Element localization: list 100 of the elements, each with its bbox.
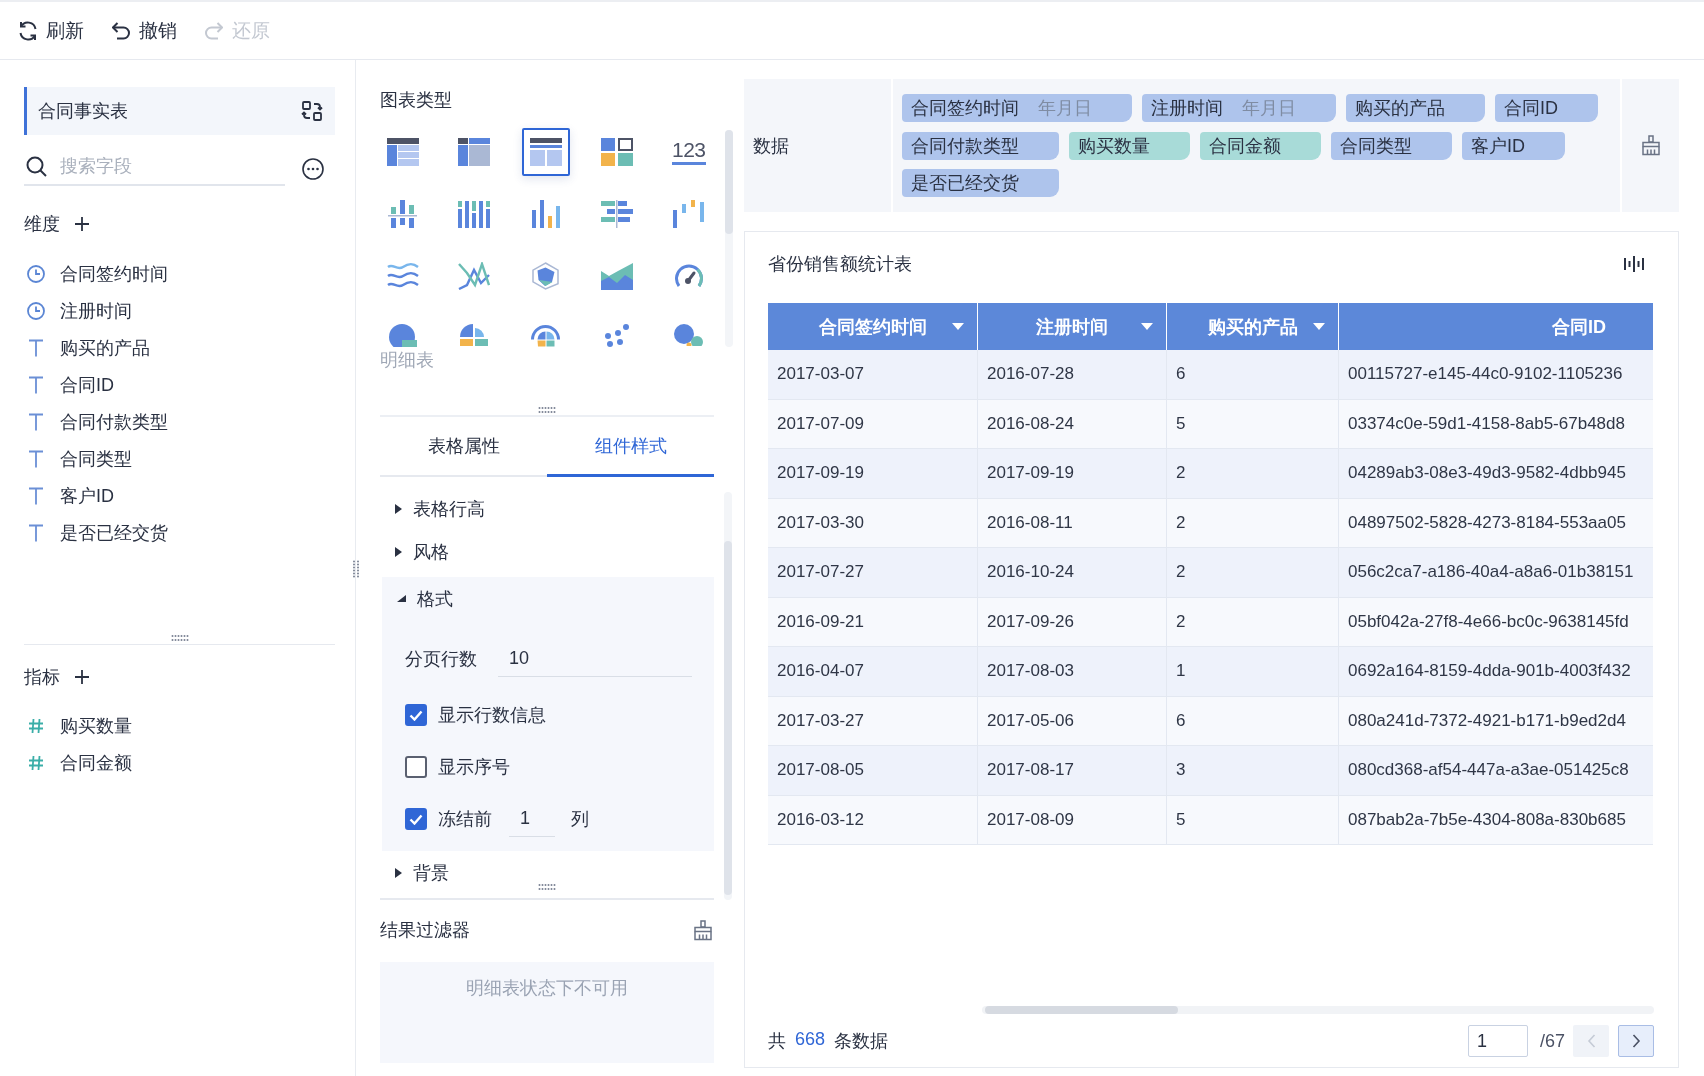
field-item[interactable]: 合同金额 <box>24 744 335 781</box>
field-item[interactable]: 注册时间 <box>24 292 335 329</box>
hash-icon <box>28 754 44 771</box>
field-chip[interactable]: 是否已经交货 <box>902 169 1059 197</box>
column-chart-icon <box>458 200 491 228</box>
dataset-title: 合同事实表 <box>38 100 128 123</box>
text-type-icon <box>28 523 44 542</box>
refresh-button[interactable]: 刷新 <box>19 12 84 49</box>
table-cell: 2017-08-17 <box>978 746 1167 796</box>
table-cell: 2017-08-09 <box>978 795 1167 845</box>
brush-icon[interactable] <box>1641 135 1660 156</box>
redo-icon <box>205 21 223 40</box>
scrollbar[interactable] <box>724 130 733 347</box>
section-header[interactable]: 背景 <box>380 851 714 894</box>
next-page-button[interactable] <box>1618 1025 1654 1057</box>
tab[interactable]: 表格属性 <box>380 417 547 477</box>
sort-caret-icon[interactable] <box>1141 323 1153 330</box>
sort-caret-icon[interactable] <box>1313 323 1325 330</box>
field-chip[interactable]: 合同金额 <box>1200 131 1321 160</box>
undo-icon <box>112 21 130 40</box>
scrollbar-thumb[interactable] <box>985 1006 1178 1014</box>
chart-type-button[interactable]: 123 <box>664 128 713 176</box>
undo-button[interactable]: 撤销 <box>112 12 177 49</box>
chart-type-caption: 明细表 <box>380 350 434 370</box>
table-cell: 1 <box>1167 647 1339 697</box>
add-icon[interactable] <box>75 217 89 231</box>
checkbox[interactable] <box>405 704 427 726</box>
field-item[interactable]: 合同类型 <box>24 440 335 477</box>
drag-handle-icon[interactable] <box>353 560 359 578</box>
checkbox[interactable] <box>405 756 427 778</box>
tab[interactable]: 组件样式 <box>547 417 714 477</box>
table-icon <box>458 138 491 166</box>
search-icon[interactable] <box>26 155 47 177</box>
add-icon[interactable] <box>75 670 89 684</box>
clock-icon <box>27 264 45 283</box>
field-chip[interactable]: 合同ID <box>1495 94 1598 122</box>
section-title: 结果过滤器 <box>380 919 470 942</box>
table-cell: 2016-10-24 <box>978 548 1167 598</box>
ring-chart-icon <box>531 324 561 347</box>
column-header[interactable]: 购买的产品 <box>1167 303 1339 350</box>
field-chip[interactable]: 购买数量 <box>1069 131 1190 160</box>
column-chart-icon <box>388 200 418 228</box>
field-item[interactable]: 合同付款类型 <box>24 403 335 440</box>
field-chip[interactable]: 注册时间 年月日 <box>1142 94 1336 122</box>
freeze-count-input[interactable]: 1 <box>509 801 555 837</box>
field-chip[interactable]: 合同签约时间 年月日 <box>902 94 1132 122</box>
field-chip[interactable]: 合同类型 <box>1331 131 1452 160</box>
table-cell: 2 <box>1167 548 1339 598</box>
bubble-chart-icon <box>674 324 704 346</box>
radar-chart-icon <box>532 262 560 290</box>
field-chip[interactable]: 合同付款类型 <box>902 131 1059 160</box>
field-item[interactable]: 合同ID <box>24 366 335 403</box>
bars-icon[interactable] <box>1624 256 1644 272</box>
field-item[interactable]: 购买数量 <box>24 707 335 744</box>
table-cell: 2 <box>1167 498 1339 548</box>
table-cell: 2016-03-12 <box>768 795 978 845</box>
field-item[interactable]: 客户ID <box>24 477 335 514</box>
horizontal-scrollbar[interactable] <box>982 1006 1654 1014</box>
search-input[interactable]: 搜索字段 <box>60 155 285 177</box>
caret-icon <box>395 546 402 557</box>
table-cell: 2017-07-27 <box>768 548 978 598</box>
table-cell: 2017-09-19 <box>978 449 1167 499</box>
field-chip[interactable]: 购买的产品 <box>1346 94 1485 122</box>
table-icon <box>386 138 419 166</box>
text-type-icon <box>28 338 44 357</box>
page-input[interactable]: 1 <box>1467 1025 1528 1057</box>
drag-handle-icon[interactable] <box>538 884 556 890</box>
field-chip[interactable]: 客户ID <box>1462 131 1565 160</box>
field-item[interactable]: 购买的产品 <box>24 329 335 366</box>
column-header[interactable]: 合同ID <box>1339 303 1653 350</box>
brush-icon[interactable] <box>694 919 712 941</box>
table-cell: 3 <box>1167 746 1339 796</box>
more-options-icon[interactable] <box>302 158 324 180</box>
checkbox-label: 显示行数信息 <box>438 704 546 727</box>
page-size-input[interactable]: 10 <box>498 641 692 677</box>
table-cell: 6 <box>1167 350 1339 400</box>
field-item[interactable]: 合同签约时间 <box>24 255 335 292</box>
chart-type-button[interactable] <box>521 128 570 176</box>
column-header[interactable]: 合同签约时间 <box>768 303 978 350</box>
text-type-icon <box>28 412 44 431</box>
checkmark-icon <box>409 813 423 825</box>
scrollbar-thumb[interactable] <box>724 130 733 234</box>
section-header[interactable]: 风格 <box>380 530 714 573</box>
scatter-chart-icon <box>605 324 630 347</box>
field-item[interactable]: 是否已经交货 <box>24 514 335 551</box>
section-header[interactable]: 格式 <box>382 577 714 620</box>
drag-handle-icon[interactable] <box>170 635 189 641</box>
table-cell: 2 <box>1167 597 1339 647</box>
drag-handle-icon[interactable] <box>538 407 556 413</box>
table-cell: 2016-08-11 <box>978 498 1167 548</box>
column-header[interactable]: 注册时间 <box>978 303 1167 350</box>
caret-icon <box>395 503 402 514</box>
checkbox[interactable] <box>405 808 427 830</box>
table-cell: 080a241d-7372-4921-b171-b9ed2d4 <box>1339 696 1653 746</box>
hash-icon <box>28 717 44 734</box>
sort-caret-icon[interactable] <box>952 323 964 330</box>
table-cell: 2017-05-06 <box>978 696 1167 746</box>
total-label: 共 <box>768 1030 786 1053</box>
section-header[interactable]: 表格行高 <box>380 487 714 530</box>
swap-icon[interactable] <box>301 101 323 121</box>
